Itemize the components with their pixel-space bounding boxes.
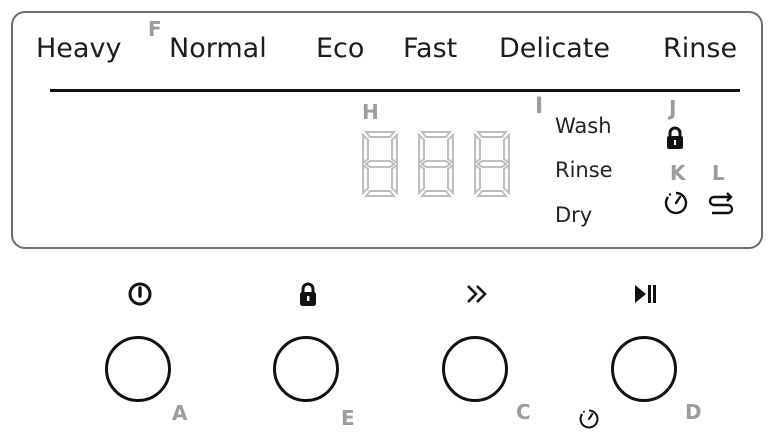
callout-h: H xyxy=(362,100,379,124)
program-fast[interactable]: Fast xyxy=(403,32,457,66)
start-pause-button[interactable] xyxy=(611,336,677,402)
callout-e: E xyxy=(341,406,355,430)
play-pause-icon xyxy=(632,281,658,307)
lock-indicator-icon xyxy=(667,126,683,149)
delay-timer-icon xyxy=(579,409,599,429)
stage-dry: Dry xyxy=(555,203,593,227)
auto-cycle-indicator-icon xyxy=(708,192,734,215)
callout-d: D xyxy=(685,400,702,424)
program-rinse[interactable]: Rinse xyxy=(663,32,737,66)
child-lock-button[interactable] xyxy=(273,336,339,402)
stage-rinse: Rinse xyxy=(555,158,613,182)
double-chevron-right-icon xyxy=(464,281,490,307)
program-delicate[interactable]: Delicate xyxy=(499,32,610,66)
program-heavy[interactable]: Heavy xyxy=(36,32,121,66)
divider-line xyxy=(50,89,740,92)
callout-j: J xyxy=(669,96,677,120)
callout-a: A xyxy=(172,401,188,425)
callout-c: C xyxy=(516,400,531,424)
seven-segment-digit-1 xyxy=(358,128,402,200)
power-button[interactable] xyxy=(105,336,171,402)
seven-segment-digit-3 xyxy=(470,128,514,200)
program-eco[interactable]: Eco xyxy=(316,32,364,66)
callout-l: L xyxy=(712,161,725,185)
program-normal[interactable]: Normal xyxy=(169,32,267,66)
callout-k: K xyxy=(670,161,686,185)
seven-segment-digit-2 xyxy=(414,128,458,200)
program-list: Heavy Normal Eco Fast Delicate Rinse xyxy=(36,32,756,72)
callout-f: F xyxy=(148,17,162,41)
stage-wash: Wash xyxy=(555,114,612,138)
delay-timer-indicator-icon xyxy=(664,191,688,215)
lock-icon xyxy=(295,281,321,307)
power-icon xyxy=(127,281,153,307)
program-select-button[interactable] xyxy=(442,336,508,402)
callout-i: I xyxy=(535,94,544,119)
